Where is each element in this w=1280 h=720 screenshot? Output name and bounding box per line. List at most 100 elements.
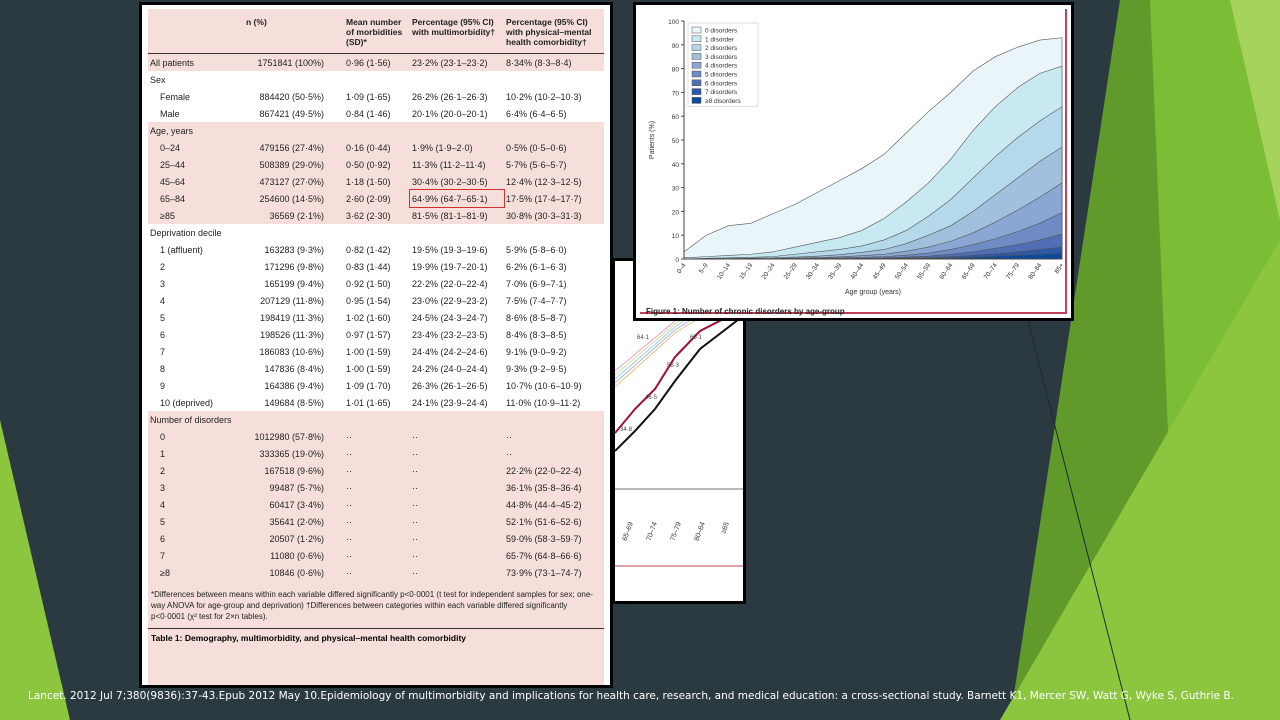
table-row: 45–64 473127 (27·0%) 1·18 (1·50) 30·4% (30·…: [148, 173, 604, 190]
table-row: 4 207129 (11·8%) 0·95 (1·54) 23·0% (22·9–23…: [148, 292, 604, 309]
cell-multimorbidity: ··: [412, 465, 418, 476]
x-tick-label: 15–19: [738, 262, 754, 281]
cell-comorbidity: 44·8% (44·4–45·2): [506, 499, 582, 510]
x-tick-label: 65–69: [961, 262, 977, 281]
cell-n: 867421 (49·5%): [244, 105, 344, 122]
table-section-row: Deprivation decile: [148, 224, 604, 241]
x-tick-label: 10–14: [716, 262, 732, 281]
legend-label: 7 disorders: [705, 89, 738, 96]
cell-mean: 0·83 (1·44): [344, 258, 410, 275]
table-row: 10 (deprived) 149684 (8·5%) 1·01 (1·65) 24·…: [148, 394, 604, 411]
header-mean-morbidities: Mean number of morbidities (SD)*: [344, 9, 410, 54]
cell-mean: 1·09 (1·65): [344, 88, 410, 105]
cell-n: 884420 (50·5%): [244, 88, 344, 105]
cell-comorbidity: 10·2% (10·2–10·3): [504, 88, 604, 105]
table-footnote: *Differences between means within each v…: [151, 590, 593, 621]
cell-multimorbidity: 24·2% (24·0–24·4): [410, 360, 504, 377]
cell-comorbidity: 0·5% (0·5–0·6): [506, 142, 567, 153]
cell-mean: ··: [346, 516, 352, 527]
row-label: 7: [160, 550, 166, 561]
cell-multimorbidity: 19·5% (19·3–19·6): [410, 241, 504, 258]
table-row: 9 164386 (9·4%) 1·09 (1·70) 26·3% (26·1–26·…: [148, 377, 604, 394]
legend-swatch: [691, 88, 702, 95]
legend-label: 0 disorders: [705, 28, 738, 35]
legend-swatch: [691, 79, 702, 87]
cell-multimorbidity: 81·5% (81·1–81·9): [412, 210, 488, 221]
cell-n: 35641 (2·0%): [269, 516, 324, 527]
legend-swatch: [691, 44, 702, 51]
cell-mean: 0·92 (1·50): [344, 275, 410, 292]
header-multimorbidity: Percentage (95% CI) with multimorbidity†: [410, 9, 504, 54]
data-label: 46·5: [645, 395, 658, 401]
cell-n: 333365 (19·0%): [259, 448, 324, 459]
data-label: 65·1: [690, 335, 703, 341]
cell-multimorbidity: ··: [412, 533, 418, 544]
table-row: 5 35641 (2·0%) ·· ·· 52·1% (51·6–52·6): [148, 513, 604, 530]
legend-label: 6 disorders: [705, 80, 738, 87]
row-label: 6: [148, 326, 244, 343]
y-tick-label: 40: [672, 162, 680, 169]
legend-label: 5 disorders: [705, 72, 738, 79]
cell-comorbidity: 5·9% (5·8–6·0): [504, 241, 604, 258]
cell-multimorbidity: 23·0% (22·9–23·2): [410, 292, 504, 309]
cell-n: 164386 (9·4%): [244, 377, 344, 394]
section-label: Age, years: [150, 125, 194, 136]
demography-table: n (%) Mean number of morbidities (SD)* P…: [148, 9, 604, 581]
x-tick-label: 50–54: [894, 262, 910, 281]
cell-n: 10846 (0·6%): [269, 567, 324, 578]
row-label: 3: [148, 275, 244, 292]
cell-comorbidity: 10·7% (10·6–10·9): [504, 377, 604, 394]
header-n: n (%): [244, 9, 344, 54]
legend-label: 4 disorders: [705, 63, 738, 70]
cell-multimorbidity: ··: [412, 431, 418, 442]
table-row: 8 147836 (8·4%) 1·00 (1·59) 24·2% (24·0–24·…: [148, 360, 604, 377]
section-label: Deprivation decile: [148, 224, 604, 241]
row-label: 10 (deprived): [148, 394, 244, 411]
cell-multimorbidity: 23·4% (23·2–23·5): [410, 326, 504, 343]
data-label: 58·3: [667, 363, 680, 369]
cell-n: 99487 (5·7%): [269, 482, 324, 493]
cell-comorbidity: 73·9% (73·1–74·7): [506, 567, 582, 578]
y-tick-label: 80: [672, 67, 680, 74]
legend-swatch: [691, 70, 702, 78]
cell-multimorbidity: 1·9% (1·9–2·0): [412, 142, 473, 153]
table-row: All patients 1751841 (100%) 0·96 (1·56) 23·…: [148, 54, 604, 72]
table-row: 6 198526 (11·3%) 0·97 (1·57) 23·4% (23·2–23…: [148, 326, 604, 343]
table-row: 1 333365 (19·0%) ·· ·· ··: [148, 445, 604, 462]
cell-n: 198526 (11·3%): [244, 326, 344, 343]
cell-mean: 1·18 (1·50): [346, 176, 391, 187]
cell-multimorbidity: 30·4% (30·2–30·5): [412, 176, 488, 187]
cell-mean: 0·95 (1·54): [344, 292, 410, 309]
table-row: 4 60417 (3·4%) ·· ·· 44·8% (44·4–45·2): [148, 496, 604, 513]
cell-mean: 0·50 (0·92): [346, 159, 391, 170]
cell-n: 11080 (0·6%): [270, 550, 324, 561]
cell-n: 167518 (9·6%): [264, 465, 324, 476]
cell-n: 149684 (8·5%): [244, 394, 344, 411]
table-panel: n (%) Mean number of morbidities (SD)* P…: [139, 2, 613, 688]
cell-comorbidity: 9·1% (9·0–9·2): [504, 343, 604, 360]
legend-label: 2 disorders: [705, 45, 738, 52]
table-row: ≥85 36569 (2·1%) 3·62 (2·30) 81·5% (81·1–81…: [148, 207, 604, 224]
row-label: 45–64: [160, 176, 186, 187]
cell-multimorbidity: 24·4% (24·2–24·6): [410, 343, 504, 360]
row-label: 25–44: [160, 159, 186, 170]
cell-multimorbidity: ··: [412, 516, 418, 527]
row-label: 6: [160, 533, 166, 544]
table-row: 2 171296 (9·8%) 0·83 (1·44) 19·9% (19·7–20·…: [148, 258, 604, 275]
cell-n: 171296 (9·8%): [244, 258, 344, 275]
x-tick-label: 75–79: [670, 521, 683, 542]
row-label: 0: [160, 431, 166, 442]
cell-comorbidity: 12·4% (12·3–12·5): [506, 176, 582, 187]
legend-label: 1 disorder: [705, 36, 735, 43]
cell-multimorbidity: 23·2% (23·1–23·2): [412, 57, 488, 68]
table-row: 0 1012980 (57·8%) ·· ·· ··: [148, 428, 604, 445]
table-row: ≥8 10846 (0·6%) ·· ·· 73·9% (73·1–74·7): [148, 564, 604, 581]
y-tick-label: 90: [672, 43, 680, 50]
cell-mean: 0·97 (1·57): [344, 326, 410, 343]
x-tick-label: ≥85: [720, 521, 731, 534]
row-label: 3: [160, 482, 166, 493]
header-comorbidity: Percentage (95% CI) with physical–mental…: [504, 9, 604, 54]
cell-comorbidity: 22·2% (22·0–22·4): [506, 465, 582, 476]
cell-n: 186083 (10·6%): [244, 343, 344, 360]
row-label: 7: [148, 343, 244, 360]
